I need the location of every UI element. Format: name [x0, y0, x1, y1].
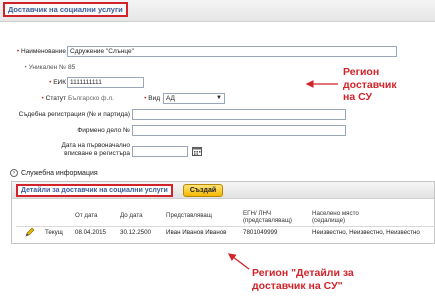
name-label-text: Наименование	[20, 48, 66, 55]
company-case-field[interactable]	[132, 125, 346, 136]
required-marker: •	[144, 95, 147, 102]
cell-from-date: 08.04.2015	[75, 229, 106, 236]
annotation-line: Регион "Детайли за	[252, 267, 354, 279]
eik-field[interactable]: 1111111111	[67, 77, 144, 88]
cell-to-date: 30.12.2500	[120, 229, 151, 236]
type-select[interactable]: АД ▼	[163, 93, 225, 104]
required-marker: •	[16, 48, 20, 55]
create-button[interactable]: Създай	[183, 184, 223, 197]
unique-no-value: 85	[68, 64, 76, 71]
annotation-line: Регион	[343, 66, 380, 78]
app-frame: Доставчик на социални услуги • Наименова…	[0, 0, 435, 296]
annotation-line: доставчик на СУ"	[252, 279, 343, 292]
court-reg-label: Съдебна регистрация (№ и партида)	[18, 111, 130, 118]
type-label-text: Вид	[148, 95, 160, 102]
court-reg-field[interactable]	[132, 109, 346, 120]
column-header-egn: ЕГН/ ЛНЧ (представляващ)	[243, 210, 292, 224]
annotation-line: доставчик	[343, 78, 397, 91]
column-header-from-date: От дата	[75, 212, 98, 219]
details-panel-header: Детайли за доставчик на социални услуги …	[12, 182, 434, 199]
type-select-value: АД	[166, 95, 175, 102]
column-header-to-date: До дата	[120, 212, 143, 219]
arrow-to-details-region	[227, 253, 250, 270]
cell-representative: Иван Иванов Иванов	[166, 229, 227, 236]
status-label: • Статут	[4, 95, 66, 102]
first-reg-date-field[interactable]	[132, 146, 188, 157]
column-header-settlement: Населено място (седалище)	[312, 210, 359, 224]
status-label-text: Статут	[45, 95, 66, 102]
annotation-region-provider: Регион доставчик на СУ	[343, 66, 397, 104]
required-marker: •	[41, 95, 44, 102]
details-panel: Детайли за доставчик на социални услуги …	[11, 181, 435, 244]
first-reg-date-label: Дата на първоначално вписване в регистър…	[4, 142, 130, 158]
column-header-representative: Представляващ	[166, 212, 212, 219]
first-reg-date-label-line1: Дата на първоначално	[61, 142, 130, 149]
type-label: • Вид	[134, 95, 160, 102]
chevron-down-icon: ▼	[216, 95, 222, 101]
page-title: Доставчик на социални услуги	[3, 2, 128, 17]
cell-settlement: Неизвестно, Неизвестно, Неизвестно	[312, 229, 420, 236]
eik-label: • ЕИК	[4, 79, 66, 86]
header-bar: Доставчик на социални услуги	[0, 0, 435, 22]
name-label: • Наименование	[4, 48, 66, 55]
annotation-line: на СУ	[343, 91, 373, 103]
cell-status: Текущ	[45, 229, 63, 236]
name-field[interactable]: Сдружение "Слънце"	[67, 46, 397, 57]
status-value: Българско ф.л.	[68, 95, 114, 102]
pencil-icon[interactable]	[25, 227, 35, 237]
unique-no-label: • Уникален №	[4, 64, 66, 71]
details-panel-title[interactable]: Детайли за доставчик на социални услуги	[16, 184, 173, 197]
service-info-toggle[interactable]: › Служебна информация	[10, 169, 98, 177]
first-reg-date-label-line2: вписване в регистъра	[64, 150, 130, 157]
service-info-label: Служебна информация	[21, 169, 98, 177]
annotation-region-details: Регион "Детайли за доставчик на СУ"	[252, 267, 354, 292]
unique-no-label-text: Уникален №	[28, 64, 66, 71]
calendar-icon[interactable]	[192, 146, 202, 156]
readonly-marker: •	[24, 64, 27, 71]
table-divider	[16, 226, 435, 227]
chevron-right-icon: ›	[10, 169, 18, 177]
cell-egn: 7801049999	[243, 229, 278, 236]
company-case-label: Фирмено дело №	[77, 127, 130, 134]
required-marker: •	[49, 79, 52, 86]
eik-label-text: ЕИК	[53, 79, 66, 86]
